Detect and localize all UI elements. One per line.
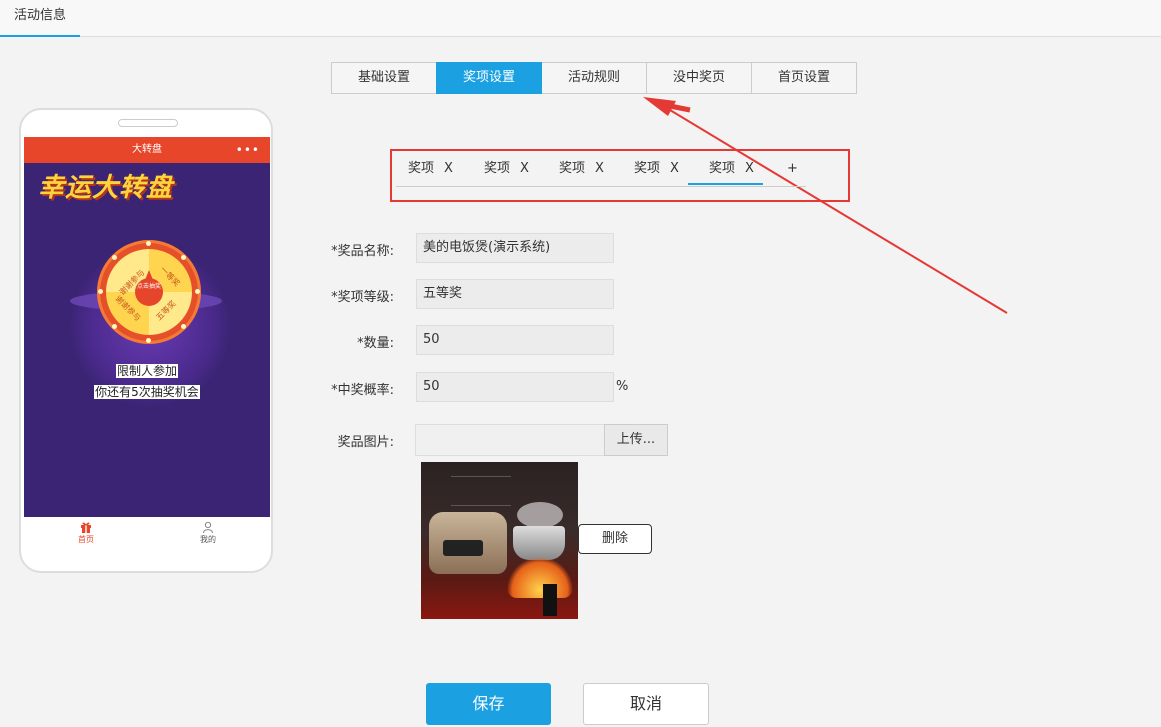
phone-header-title: 大转盘 bbox=[132, 144, 162, 155]
quantity-label: *数量: bbox=[357, 336, 394, 351]
prize-level-label: *奖项等级: bbox=[331, 290, 394, 305]
prize-tab-1[interactable]: 奖项 X bbox=[408, 158, 453, 185]
prize-image-preview bbox=[421, 462, 578, 619]
phone-preview: 大转盘 ••• 幸运大转盘 谢谢参与 一等奖 五等奖 谢谢参与 点击抽奖 限制人… bbox=[19, 108, 273, 573]
probability-field[interactable]: 50 bbox=[416, 372, 614, 402]
prize-tab-5[interactable]: 奖项 X bbox=[688, 158, 763, 185]
prize-level-field[interactable]: 五等奖 bbox=[416, 279, 614, 309]
nav-home[interactable]: 首页 bbox=[46, 521, 126, 545]
add-prize-tab-button[interactable]: + bbox=[787, 158, 798, 185]
lucky-wheel-banner: 幸运大转盘 bbox=[38, 173, 174, 203]
prize-tabs: 奖项 X 奖项 X 奖项 X 奖项 X 奖项 X + bbox=[396, 158, 806, 187]
close-icon[interactable]: X bbox=[595, 161, 604, 176]
quantity-field[interactable]: 50 bbox=[416, 325, 614, 355]
prize-tab-4[interactable]: 奖项 X bbox=[634, 158, 679, 185]
upload-file-field[interactable] bbox=[415, 424, 605, 456]
tab-prize-settings[interactable]: 奖项设置 bbox=[436, 62, 542, 94]
close-icon[interactable]: X bbox=[444, 161, 453, 176]
prize-image-label: 奖品图片: bbox=[337, 435, 394, 450]
phone-screen: 大转盘 ••• 幸运大转盘 谢谢参与 一等奖 五等奖 谢谢参与 点击抽奖 限制人… bbox=[24, 137, 270, 547]
spin-button[interactable]: 点击抽奖 bbox=[135, 278, 163, 306]
close-icon[interactable]: X bbox=[745, 161, 754, 176]
rule-text-2: 你还有5次抽奖机会 bbox=[94, 385, 200, 399]
pot-graphic bbox=[513, 526, 565, 560]
prize-name-field[interactable]: 美的电饭煲(演示系统) bbox=[416, 233, 614, 263]
prize-wheel[interactable]: 谢谢参与 一等奖 五等奖 谢谢参与 点击抽奖 bbox=[97, 240, 201, 344]
phone-speaker bbox=[118, 119, 178, 127]
save-button[interactable]: 保存 bbox=[426, 683, 551, 725]
user-icon bbox=[203, 521, 213, 533]
probability-label: *中奖概率: bbox=[331, 383, 394, 398]
fire-graphic bbox=[507, 558, 573, 598]
rule-text-1: 限制人参加 bbox=[115, 364, 178, 378]
gift-icon bbox=[81, 522, 91, 533]
nav-mine[interactable]: 我的 bbox=[168, 521, 248, 545]
upload-button[interactable]: 上传... bbox=[604, 424, 668, 456]
phone-bottom-nav: 首页 我的 bbox=[24, 517, 270, 547]
more-icon[interactable]: ••• bbox=[236, 137, 260, 163]
rice-cooker-graphic bbox=[429, 512, 507, 574]
cancel-button[interactable]: 取消 bbox=[583, 683, 709, 725]
prize-name-label: *奖品名称: bbox=[331, 244, 394, 259]
prize-tab-3[interactable]: 奖项 X bbox=[559, 158, 604, 185]
percent-unit: % bbox=[616, 379, 629, 394]
prize-tab-2[interactable]: 奖项 X bbox=[484, 158, 529, 185]
phone-header: 大转盘 ••• bbox=[24, 137, 270, 163]
close-icon[interactable]: X bbox=[670, 161, 679, 176]
close-icon[interactable]: X bbox=[520, 161, 529, 176]
delete-image-button[interactable]: 删除 bbox=[578, 524, 652, 554]
